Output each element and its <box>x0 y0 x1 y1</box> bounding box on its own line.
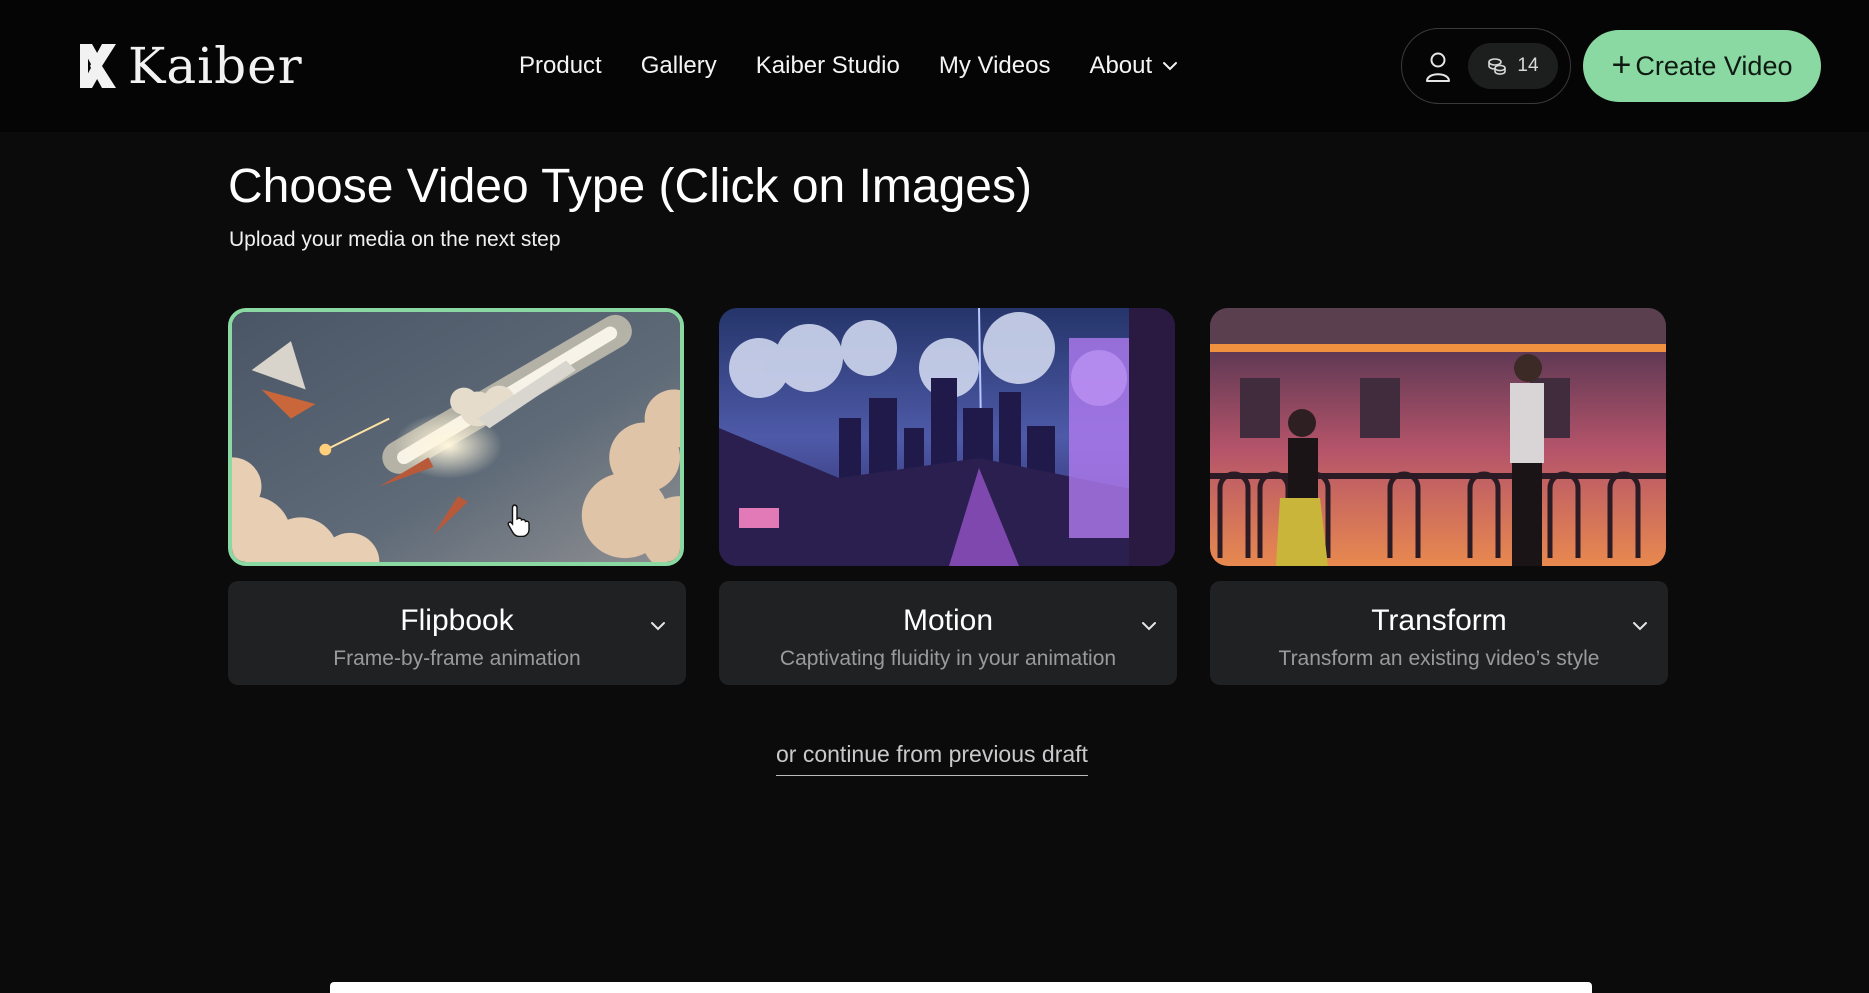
coins-icon <box>1488 58 1507 75</box>
motion-preview-image <box>719 308 1175 566</box>
card-title: Flipbook <box>400 604 514 637</box>
nav-item-about-label: About <box>1089 52 1153 79</box>
account-menu[interactable]: 14 <box>1401 28 1571 104</box>
create-video-label: Create Video <box>1635 50 1793 81</box>
chevron-down-icon[interactable] <box>1632 621 1648 631</box>
credits-badge[interactable]: 14 <box>1468 43 1558 89</box>
nav-item-my-videos[interactable]: My Videos <box>939 50 1051 82</box>
chevron-down-icon <box>1163 62 1178 71</box>
card-title: Transform <box>1371 604 1507 637</box>
continue-from-draft-link[interactable]: or continue from previous draft <box>776 739 1088 776</box>
card-description: Frame-by-frame animation <box>333 647 581 670</box>
transform-preview-image <box>1210 308 1666 566</box>
hand-pointer-cursor-icon <box>507 504 530 537</box>
page-subtitle: Upload your media on the next step <box>229 228 561 251</box>
motion-thumbnail[interactable] <box>719 308 1175 566</box>
main-nav: Product Gallery Kaiber Studio My Videos … <box>519 50 1217 82</box>
nav-item-about[interactable]: About <box>1089 50 1178 82</box>
card-description: Captivating fluidity in your animation <box>779 647 1117 670</box>
create-video-button[interactable]: + Create Video <box>1583 30 1821 102</box>
transform-info-panel[interactable]: Transform Transform an existing video’s … <box>1210 581 1668 685</box>
caption-overlay-strip <box>330 982 1592 993</box>
nav-item-product[interactable]: Product <box>519 50 602 82</box>
top-navigation-bar: Kaiber Product Gallery Kaiber Studio My … <box>0 0 1869 132</box>
card-title: Motion <box>902 604 994 637</box>
kaiber-logo[interactable]: Kaiber <box>76 40 303 92</box>
plus-icon: + <box>1611 45 1632 84</box>
brand-name: Kaiber <box>128 37 303 95</box>
kaiber-logo-icon <box>80 44 116 88</box>
flipbook-info-panel[interactable]: Flipbook Frame-by-frame animation <box>228 581 686 685</box>
user-icon[interactable] <box>1424 51 1452 83</box>
chevron-down-icon[interactable] <box>650 621 666 631</box>
flipbook-thumbnail[interactable] <box>228 308 684 566</box>
credits-count: 14 <box>1517 55 1539 76</box>
flipbook-preview-image <box>232 312 680 562</box>
page-title: Choose Video Type (Click on Images) <box>228 160 1032 213</box>
nav-item-kaiber-studio[interactable]: Kaiber Studio <box>756 50 900 82</box>
motion-info-panel[interactable]: Motion Captivating fluidity in your anim… <box>719 581 1177 685</box>
transform-thumbnail[interactable] <box>1210 308 1666 566</box>
card-description: Transform an existing video’s style <box>1278 647 1600 670</box>
chevron-down-icon[interactable] <box>1141 621 1157 631</box>
nav-item-gallery[interactable]: Gallery <box>641 50 717 82</box>
